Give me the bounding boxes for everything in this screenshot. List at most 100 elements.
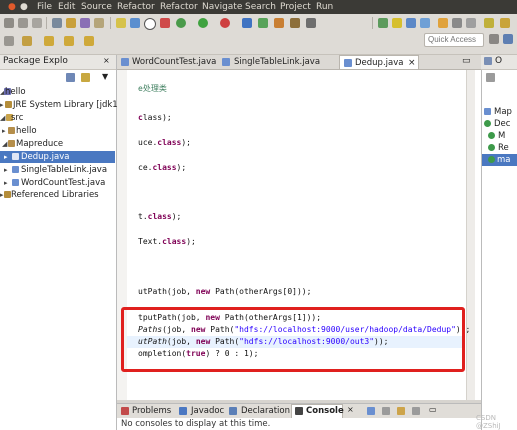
pin-icon[interactable] (378, 18, 388, 28)
menu-refactor-2[interactable]: Refactor (160, 1, 198, 13)
task-icon[interactable] (80, 18, 90, 28)
collapse-arrow-icon[interactable]: ▸ (0, 189, 4, 201)
javadoc-icon (179, 407, 187, 415)
tab-problems[interactable]: Problems (132, 405, 171, 417)
minimize-icon[interactable]: ▭ (429, 405, 437, 414)
collapse-arrow-icon[interactable]: ▸ (4, 177, 8, 189)
menu-run[interactable]: Run (316, 1, 333, 13)
package-explorer-tab[interactable]: Package Explo × (0, 55, 116, 70)
menu-source[interactable]: Source (81, 1, 112, 13)
new-class-icon[interactable] (258, 18, 268, 28)
toolbar-separator (46, 17, 47, 29)
edit-icon[interactable] (130, 18, 140, 28)
tab-wordcounttest[interactable]: WordCountTest.java (132, 55, 216, 69)
class-icon (488, 144, 495, 151)
expand-arrow-icon[interactable]: ◢ (0, 112, 5, 124)
class-icon (484, 120, 491, 127)
link-editor-icon[interactable] (81, 73, 90, 82)
outline-label: Map (494, 107, 512, 117)
tree-label: Dedup.java (21, 152, 70, 162)
minimize-window-icon[interactable]: ● (20, 1, 28, 13)
collapse-arrow-icon[interactable]: ▸ (2, 125, 6, 137)
menu-file[interactable]: File (37, 1, 52, 13)
print-icon[interactable] (32, 18, 42, 28)
import-icon (484, 108, 491, 115)
open-type-icon[interactable] (66, 18, 76, 28)
arrow-right-icon[interactable] (64, 36, 74, 46)
debug-run-icon[interactable] (176, 18, 186, 28)
pin-console-icon[interactable] (382, 407, 390, 415)
tab-declaration[interactable]: Declaration (241, 405, 290, 417)
outline-item-selected[interactable]: ma (482, 154, 517, 166)
mark-icon[interactable] (392, 18, 402, 28)
code-line: class); (138, 113, 172, 122)
menu-bar: ● ● File Edit Source Refactor Refactor N… (0, 0, 517, 14)
paragraph-icon[interactable] (420, 18, 430, 28)
tree-label: hello (5, 87, 26, 97)
collapse-all-icon[interactable] (66, 73, 75, 82)
forward-icon[interactable] (84, 36, 94, 46)
close-window-icon[interactable]: ● (8, 1, 16, 13)
collapse-arrow-icon[interactable]: ▸ (4, 164, 8, 176)
display-console-icon[interactable] (397, 407, 405, 415)
folder-icon[interactable] (94, 18, 104, 28)
java-file-icon (222, 58, 230, 66)
view-menu-icon[interactable] (412, 407, 420, 415)
java-perspective-icon[interactable] (503, 34, 513, 44)
package-explorer-title: Package Explo (3, 56, 68, 66)
last-edit-icon[interactable] (484, 18, 494, 28)
tree-label: src (11, 113, 24, 123)
tab-console[interactable]: Console (291, 404, 344, 418)
tree-label: Referenced Libraries (11, 190, 99, 200)
maximize-icon[interactable]: ▭ (462, 56, 471, 66)
new-java-icon[interactable] (242, 18, 252, 28)
back-icon[interactable] (500, 18, 510, 28)
collapse-arrow-icon[interactable]: ▸ (4, 151, 8, 163)
expand-arrow-icon[interactable]: ◢ (2, 138, 7, 150)
back-history-icon[interactable] (22, 36, 32, 46)
stop-icon[interactable] (160, 18, 170, 28)
view-menu-icon[interactable]: ▼ (102, 72, 108, 81)
outline-tab[interactable]: O (481, 55, 517, 70)
close-tab-icon[interactable]: × (408, 56, 416, 70)
console-tab-bar: Problems Javadoc Declaration Console × ▭ (117, 403, 481, 418)
menu-refactor[interactable]: Refactor (117, 1, 155, 13)
editor-scrollbar[interactable] (466, 70, 475, 400)
outline-icon (484, 57, 492, 65)
arrow-left-icon[interactable] (44, 36, 54, 46)
code-line: ce.class); (138, 163, 187, 172)
open-perspective-icon[interactable] (489, 34, 499, 44)
tab-javadoc[interactable]: Javadoc (191, 405, 224, 417)
java-file-icon (12, 153, 19, 160)
new-icon[interactable] (4, 18, 14, 28)
prev-annotation-icon[interactable] (466, 18, 476, 28)
quick-access-input[interactable] (424, 33, 484, 47)
terminal-icon[interactable] (52, 18, 62, 28)
toggle-icon[interactable] (406, 18, 416, 28)
open-console-icon[interactable] (367, 407, 375, 415)
menu-navigate[interactable]: Navigate (202, 1, 242, 13)
collapse-arrow-icon[interactable]: ▸ (0, 99, 4, 111)
next-annotation-icon[interactable] (452, 18, 462, 28)
debug-icon[interactable] (144, 18, 156, 30)
menu-edit[interactable]: Edit (58, 1, 75, 13)
sort-icon[interactable] (486, 73, 495, 82)
tab-dedup[interactable]: Dedup.java × (339, 55, 419, 69)
tree-item-dedup[interactable]: ▸ Dedup.java (0, 151, 115, 163)
close-icon[interactable]: × (103, 56, 110, 65)
pin-editor-icon[interactable] (4, 36, 14, 46)
annotation-icon[interactable] (438, 18, 448, 28)
code-line: e处理类 (138, 84, 167, 93)
open-project-icon[interactable] (290, 18, 300, 28)
light-icon[interactable] (116, 18, 126, 28)
new-package-icon[interactable] (274, 18, 284, 28)
save-icon[interactable] (18, 18, 28, 28)
close-icon[interactable]: × (347, 405, 354, 414)
tab-singletablelink[interactable]: SingleTableLink.java (234, 55, 320, 69)
search-icon[interactable] (306, 18, 316, 28)
outline-label: Re (498, 143, 509, 153)
menu-project[interactable]: Project (280, 1, 311, 13)
external-tools-icon[interactable] (220, 18, 230, 28)
run-icon[interactable] (198, 18, 208, 28)
menu-search[interactable]: Search (245, 1, 276, 13)
